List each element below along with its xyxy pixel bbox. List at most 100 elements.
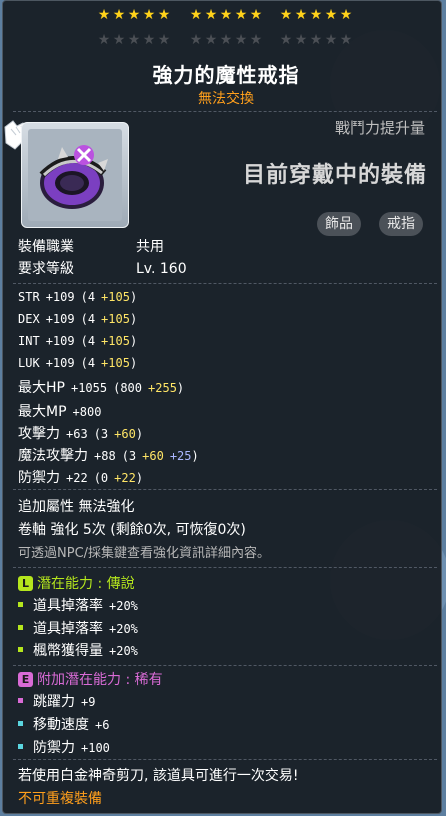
stat-base: (4 (80, 334, 96, 348)
potential-stat-name: 道具掉落率 (33, 598, 103, 614)
potential-line: 楓幣獲得量 +20% (18, 640, 138, 660)
stat-close: ) (135, 427, 144, 441)
star-filled-icon: ★ (112, 7, 126, 23)
combat-power-label: 戰鬥力提升量 (334, 119, 425, 137)
divider (13, 567, 437, 569)
stat-close: ) (176, 381, 185, 395)
star-empty-icon: ★ (309, 32, 323, 48)
level-value: Lv. 160 (136, 261, 187, 277)
potential-stat-name: 道具掉落率 (33, 621, 103, 637)
stat-base: (3 (121, 449, 137, 463)
stat-bonus2: +25 (169, 449, 192, 463)
scroll-value: 強化 5次 (剩餘0次, 可恢復0次) (50, 522, 246, 538)
potential-line: 移動速度 +6 (18, 714, 109, 734)
stat-bonus: +60 (142, 449, 164, 463)
bullet-icon (18, 721, 23, 726)
potential-line: 跳躍力 +9 (18, 691, 95, 711)
job-row: 裝備職業 共用 (18, 236, 164, 256)
stat-label: 攻擊力 (18, 426, 60, 442)
potential-stat-name: 跳躍力 (33, 694, 75, 710)
potential-title: 潛在能力 : 傳說 (37, 576, 135, 592)
stat-base: (4 (80, 290, 96, 304)
stat-bonus: +22 (114, 471, 136, 485)
stat-label: DEX (18, 312, 40, 326)
star-empty-icon: ★ (219, 32, 233, 48)
star-filled-icon: ★ (157, 7, 171, 23)
potential-stat-value: +9 (81, 695, 96, 709)
star-filled-icon: ★ (324, 7, 338, 23)
stat-total: +63 (66, 427, 88, 441)
potential-stat-value: +20% (109, 644, 138, 658)
star-filled-icon: ★ (142, 7, 156, 23)
star-empty-icon: ★ (142, 32, 156, 48)
star-filled-icon: ★ (219, 7, 233, 23)
stat-row: INT +109 (4 +105) (18, 333, 137, 349)
trade-status: 無法交換 (198, 91, 254, 107)
rare-badge-icon: E (18, 672, 33, 687)
stat-bonus: +105 (101, 290, 130, 304)
additional-potential-title: 附加潛在能力 : 稀有 (37, 672, 163, 688)
stat-label: 魔法攻擊力 (18, 448, 88, 464)
item-name: 強力的魔性戒指 (152, 63, 300, 87)
stat-row: 最大MP +800 (18, 401, 101, 421)
additional-potential-header: E 附加潛在能力 : 稀有 (18, 669, 163, 689)
star-filled-icon: ★ (309, 7, 323, 23)
bullet-icon (18, 602, 23, 607)
star-filled-icon: ★ (294, 7, 308, 23)
currently-equipped-label: 目前穿戴中的裝備 (242, 163, 427, 188)
star-empty-icon: ★ (279, 32, 293, 48)
potential-line: 道具掉落率 +20% (18, 618, 138, 638)
stat-close: ) (135, 471, 144, 485)
potential-stat-value: +6 (95, 718, 110, 732)
star-force-row-2: ★ ★ ★ ★ ★ ★ ★ ★ ★ ★ ★ ★ ★ ★ ★ (3, 33, 446, 49)
potential-line: 道具掉落率 +20% (18, 595, 138, 615)
stat-base: (0 (93, 471, 109, 485)
enhance-hint: 可透過NPC/採集鍵查看強化資訊詳細內容。 (18, 546, 271, 561)
stat-label: INT (18, 334, 40, 348)
item-tooltip: ★ ★ ★ ★ ★ ★ ★ ★ ★ ★ ★ ★ ★ ★ ★ ★ ★ ★ ★ ★ ★ ★ ★ ★ ★ ★ ★ ★ ★ ★ 強力的魔性戒指 … (2, 0, 442, 814)
stat-total: +109 (45, 290, 75, 304)
bullet-icon (18, 698, 23, 703)
bullet-icon (18, 744, 23, 749)
potential-stat-value: +20% (109, 622, 138, 636)
star-empty-icon: ★ (294, 32, 308, 48)
star-force-row-1: ★ ★ ★ ★ ★ ★ ★ ★ ★ ★ ★ ★ ★ ★ ★ (3, 8, 446, 24)
no-duplicate-equip: 不可重複裝備 (18, 791, 102, 807)
potential-stat-name: 移動速度 (33, 717, 89, 733)
stat-label: 防禦力 (18, 470, 60, 486)
star-empty-icon: ★ (127, 32, 141, 48)
stat-base: (4 (80, 312, 96, 326)
stat-base: (800 (113, 381, 143, 395)
star-empty-icon: ★ (157, 32, 171, 48)
stat-row: 魔法攻擊力 +88 (3 +60 +25) (18, 445, 199, 465)
job-value: 共用 (136, 239, 164, 255)
stat-close: ) (129, 334, 138, 348)
divider (13, 489, 437, 491)
divider (13, 111, 437, 113)
star-empty-icon: ★ (189, 32, 203, 48)
potential-header: L 潛在能力 : 傳說 (18, 573, 135, 593)
stat-label: LUK (18, 356, 40, 370)
star-filled-icon: ★ (204, 7, 218, 23)
tag-accessory: 飾品 (317, 212, 361, 236)
ring-icon (39, 145, 108, 209)
divider (13, 665, 437, 667)
stat-total: +109 (45, 312, 75, 326)
star-filled-icon: ★ (127, 7, 141, 23)
stat-label: 最大HP (18, 380, 65, 396)
potential-line: 防禦力 +100 (18, 737, 110, 757)
additional-attr-value: 無法強化 (78, 499, 135, 515)
star-filled-icon: ★ (249, 7, 263, 23)
potential-stat-value: +100 (81, 741, 110, 755)
potential-stat-value: +20% (109, 599, 138, 613)
job-label: 裝備職業 (18, 239, 74, 255)
star-empty-icon: ★ (112, 32, 126, 48)
level-row: 要求等級 Lv. 160 (18, 258, 187, 278)
stat-row: LUK +109 (4 +105) (18, 355, 137, 371)
star-filled-icon: ★ (234, 7, 248, 23)
star-filled-icon: ★ (97, 7, 111, 23)
stat-bonus: +255 (148, 381, 177, 395)
potential-stat-name: 楓幣獲得量 (33, 643, 103, 659)
bullet-icon (18, 647, 23, 652)
scroll-label: 卷軸 (18, 522, 46, 538)
